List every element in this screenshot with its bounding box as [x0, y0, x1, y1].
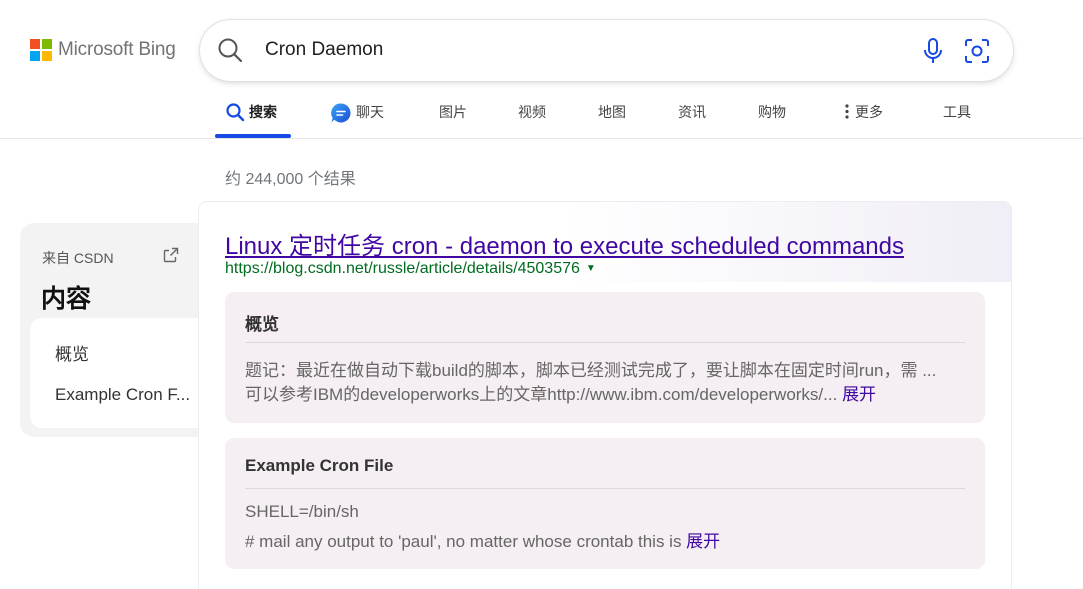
result-url-text: https://blog.csdn.net/russle/article/det…	[225, 260, 580, 277]
active-tab-indicator	[215, 134, 291, 138]
section-heading: Example Cron File	[245, 456, 394, 475]
tab-label: 图片	[439, 104, 467, 120]
search-icon	[226, 103, 245, 122]
search-box[interactable]: Cron Daemon	[200, 20, 1013, 81]
external-link-icon[interactable]	[163, 247, 179, 263]
tab-label: 搜索	[249, 104, 277, 120]
tab-label: 聊天	[356, 104, 384, 120]
tab-label: 更多	[855, 104, 883, 120]
result-url[interactable]: https://blog.csdn.net/russle/article/det…	[225, 260, 596, 278]
search-result-card: Linux 定时任务 cron - daemon to execute sche…	[199, 202, 1011, 589]
section-text-line: 题记：最近在做自动下载build的脚本，脚本已经测试完成了，要让脚本在固定时间r…	[245, 361, 937, 380]
expand-link[interactable]: 展开	[686, 532, 720, 551]
search-tabs: 搜索 聊天 图片 视频 地图 资讯 购物 更多 工具	[0, 95, 1083, 139]
toc-panel: 来自 CSDN 内容 概览 Example Cron F...	[20, 223, 230, 437]
tab-label: 工具	[943, 104, 971, 120]
toc-title: 内容	[41, 285, 92, 313]
search-icon[interactable]	[216, 36, 244, 64]
section-text-line: 可以参考IBM的developerworks上的文章http://www.ibm…	[245, 385, 877, 404]
microphone-icon[interactable]	[920, 37, 946, 65]
divider	[245, 342, 965, 343]
result-title-link[interactable]: Linux 定时任务 cron - daemon to execute sche…	[225, 226, 904, 261]
tab-label: 购物	[758, 104, 786, 120]
visual-search-icon[interactable]	[964, 38, 990, 64]
toc-source: 来自 CSDN	[42, 250, 114, 266]
tab-chat[interactable]: 聊天	[330, 95, 384, 138]
result-section-example-cron-file: Example Cron File SHELL=/bin/sh # mail a…	[225, 438, 985, 569]
tab-news[interactable]: 资讯	[678, 95, 706, 138]
tab-tools[interactable]: 工具	[943, 95, 971, 138]
microsoft-logo-icon	[30, 39, 52, 61]
divider	[245, 488, 965, 489]
brand-name: Microsoft Bing	[58, 39, 176, 60]
tab-search[interactable]: 搜索	[225, 95, 277, 138]
copilot-chat-icon	[331, 103, 351, 123]
search-input[interactable]: Cron Daemon	[265, 39, 383, 61]
result-section-overview: 概览 题记：最近在做自动下载build的脚本，脚本已经测试完成了，要让脚本在固定…	[225, 292, 985, 423]
tab-label: 资讯	[678, 104, 706, 120]
section-heading: 概览	[245, 315, 279, 334]
more-vertical-icon	[845, 104, 849, 119]
chevron-down-icon[interactable]: ▼	[586, 263, 596, 274]
section-text-line: SHELL=/bin/sh	[245, 502, 359, 521]
tab-images[interactable]: 图片	[439, 95, 467, 138]
bing-logo[interactable]: Microsoft Bing	[30, 39, 176, 61]
section-text-line: # mail any output to 'paul', no matter w…	[245, 532, 721, 551]
expand-link[interactable]: 展开	[842, 385, 876, 404]
toc-item-overview[interactable]: 概览	[55, 340, 89, 365]
toc-item-example-cron-file[interactable]: Example Cron F...	[55, 385, 190, 405]
tab-more[interactable]: 更多	[843, 95, 883, 138]
tab-label: 地图	[598, 104, 626, 120]
tab-shopping[interactable]: 购物	[758, 95, 786, 138]
tab-videos[interactable]: 视频	[518, 95, 546, 138]
tab-maps[interactable]: 地图	[598, 95, 626, 138]
results-count: 约 244,000 个结果	[225, 171, 356, 188]
tab-label: 视频	[518, 104, 546, 120]
